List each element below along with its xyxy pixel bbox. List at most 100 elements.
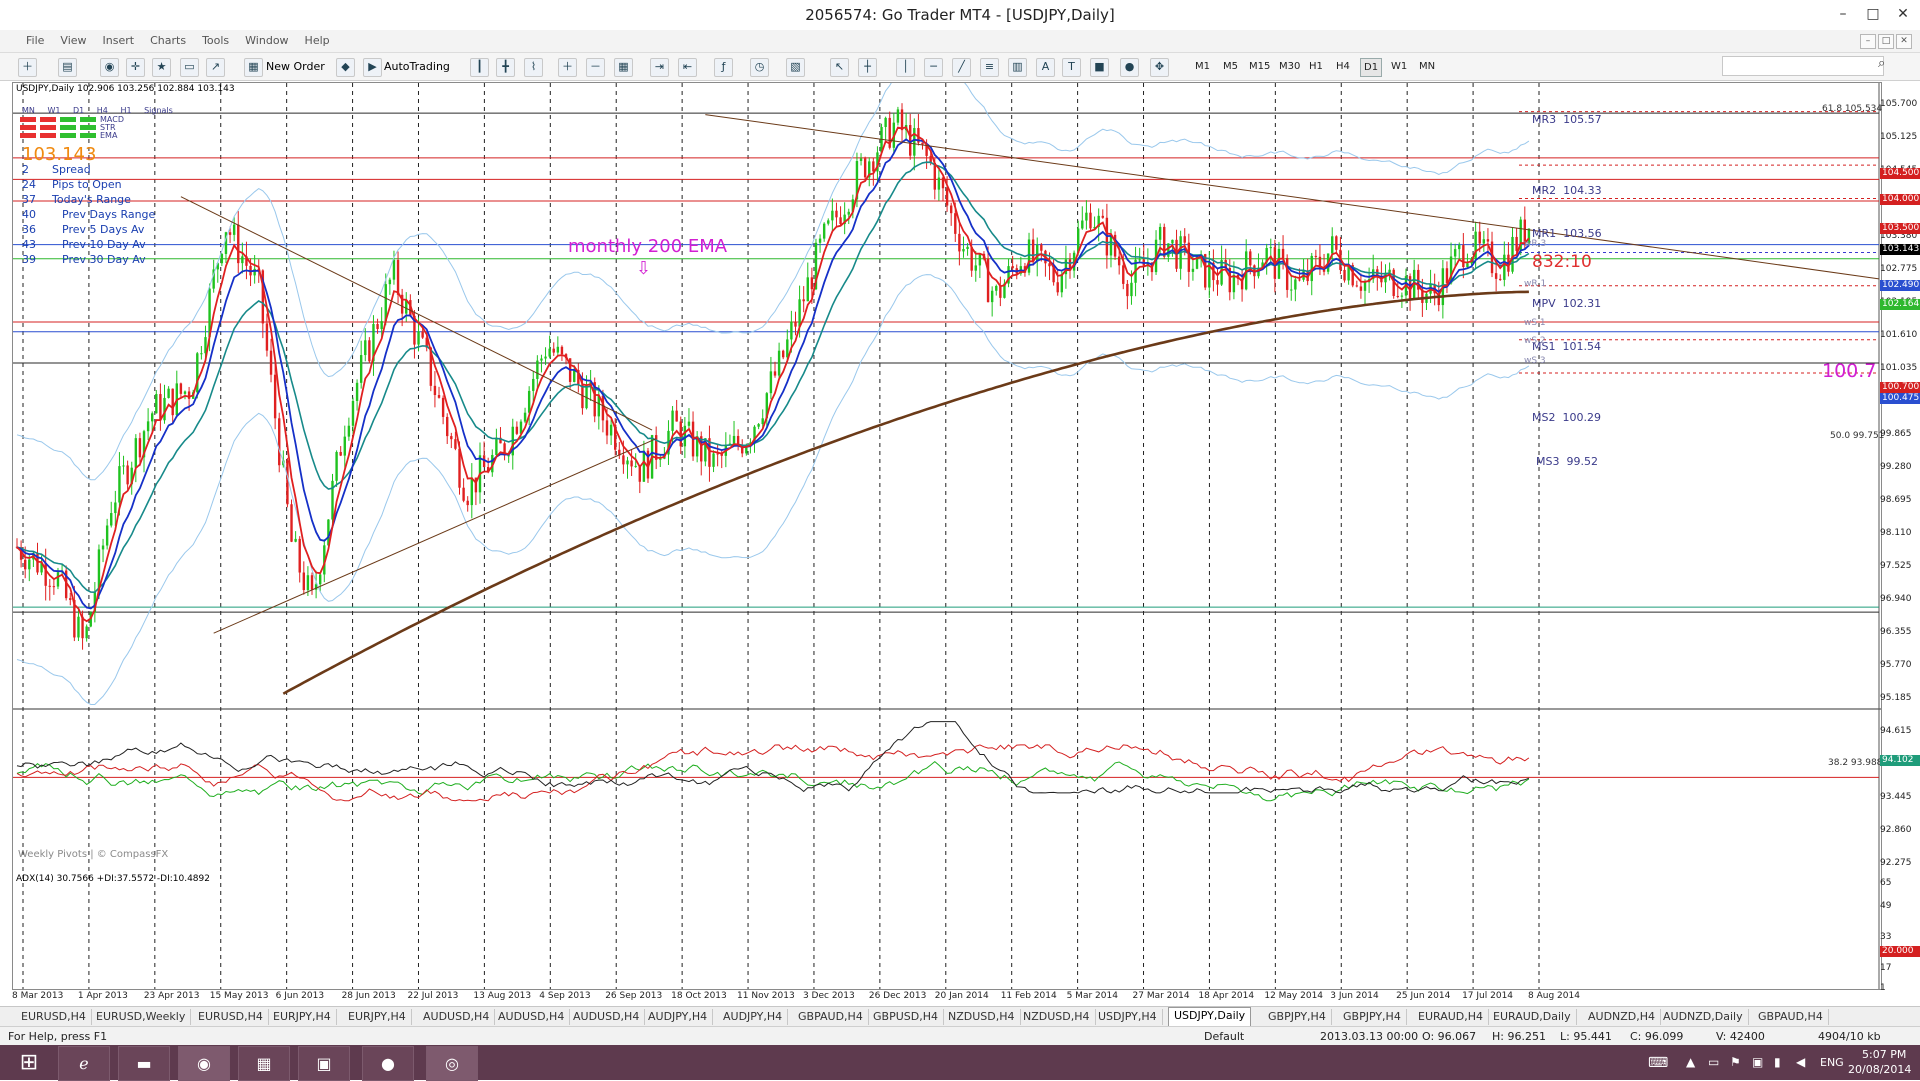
profiles-icon[interactable]: ▤ — [58, 58, 77, 77]
chart-tab[interactable]: AUDNZD,H4 — [1583, 1009, 1662, 1025]
chart-tab[interactable]: GBPUSD,H4 — [868, 1009, 944, 1025]
signal-icon[interactable]: ▮ — [1774, 1055, 1781, 1069]
chart-tab[interactable]: NZDUSD,H4 — [943, 1009, 1021, 1025]
timeframe-m15[interactable]: M15 — [1246, 58, 1273, 75]
chart-tab[interactable]: EURJPY,H4 — [343, 1009, 412, 1025]
autotrading-button[interactable]: AutoTrading — [384, 57, 450, 76]
menu-tools[interactable]: Tools — [194, 30, 237, 52]
timeframe-w1[interactable]: W1 — [1388, 58, 1410, 75]
app-icon[interactable]: ▣ — [298, 1046, 350, 1081]
menu-file[interactable]: File — [18, 30, 52, 52]
chart-tab[interactable]: GBPAUD,H4 — [1753, 1009, 1829, 1025]
indicators-icon[interactable]: ƒ — [714, 58, 733, 77]
tile-windows-icon[interactable]: ▦ — [614, 58, 633, 77]
chart-tab[interactable]: AUDUSD,H4 — [493, 1009, 571, 1025]
chart-tab[interactable]: GBPJPY,H4 — [1263, 1009, 1332, 1025]
tray-arrow-icon[interactable]: ▲ — [1686, 1055, 1695, 1069]
crosshair-icon[interactable]: ┼ — [858, 58, 877, 77]
menu-window[interactable]: Window — [237, 30, 296, 52]
go-trader-icon[interactable]: ◎ — [426, 1046, 478, 1081]
autotrading-icon[interactable]: ▶ — [363, 58, 382, 77]
candlestick-icon[interactable]: ╋ — [496, 58, 515, 77]
file-explorer-icon[interactable]: ▬ — [118, 1046, 170, 1081]
chart-tab[interactable]: NZDUSD,H4 — [1018, 1009, 1096, 1025]
chrome-icon[interactable]: ◉ — [178, 1046, 230, 1081]
chart-tab[interactable]: AUDUSD,H4 — [568, 1009, 646, 1025]
chart-tab[interactable]: EURAUD,Daily — [1488, 1009, 1577, 1025]
timeframe-mn[interactable]: MN — [1416, 58, 1438, 75]
chart-tab[interactable]: EURUSD,H4 — [193, 1009, 269, 1025]
menu-help[interactable]: Help — [297, 30, 338, 52]
timeframe-h1[interactable]: H1 — [1306, 58, 1326, 75]
text-label-icon[interactable]: T — [1062, 58, 1081, 77]
chart-tab[interactable]: AUDUSD,H4 — [418, 1009, 496, 1025]
market-watch-icon[interactable]: ◉ — [100, 58, 119, 77]
clock-time[interactable]: 5:07 PM — [1862, 1048, 1906, 1061]
channel-icon[interactable]: ≡ — [980, 58, 999, 77]
cursor-icon[interactable]: ↖ — [830, 58, 849, 77]
chart-shift-icon[interactable]: ⇤ — [678, 58, 697, 77]
data-window-icon[interactable]: ✛ — [126, 58, 145, 77]
templates-icon[interactable]: ▧ — [786, 58, 805, 77]
chart-tab[interactable]: AUDJPY,H4 — [718, 1009, 789, 1025]
chart-tab[interactable]: USDJPY,Daily — [1168, 1007, 1252, 1028]
minimize-button[interactable]: – — [1828, 2, 1858, 26]
auto-scroll-icon[interactable]: ⇥ — [650, 58, 669, 77]
rectangle-icon[interactable]: ■ — [1090, 58, 1109, 77]
start-windows-icon[interactable]: ⊞ — [4, 1046, 54, 1079]
search-icon[interactable]: ⌕ — [1878, 56, 1885, 71]
flag-icon[interactable]: ⚑ — [1730, 1055, 1741, 1069]
metaeditor-icon[interactable]: ◆ — [336, 58, 355, 77]
chart-tab[interactable]: EURAUD,H4 — [1413, 1009, 1490, 1025]
child-close-button[interactable]: ✕ — [1896, 34, 1912, 49]
timeframe-d1[interactable]: D1 — [1360, 58, 1383, 77]
terminal-icon[interactable]: ▭ — [180, 58, 199, 77]
keyboard-icon[interactable]: ⌨ — [1648, 1055, 1668, 1071]
chart-tab[interactable]: AUDJPY,H4 — [643, 1009, 714, 1025]
calculator-icon[interactable]: ▦ — [238, 1046, 290, 1081]
clock-date[interactable]: 20/08/2014 — [1848, 1063, 1911, 1076]
horizontal-line-icon[interactable]: ─ — [924, 58, 943, 77]
new-order-button[interactable]: New Order — [266, 57, 325, 76]
network-icon[interactable]: ▭ — [1708, 1055, 1719, 1069]
internet-explorer-icon[interactable]: ℯ — [58, 1046, 110, 1081]
menu-view[interactable]: View — [52, 30, 94, 52]
monitor-icon[interactable]: ▣ — [1752, 1055, 1763, 1069]
ellipse-icon[interactable]: ● — [1120, 58, 1139, 77]
chart-tab[interactable]: USDJPY,H4 — [1093, 1009, 1163, 1025]
chart-tab[interactable]: GBPAUD,H4 — [793, 1009, 869, 1025]
arrows-icon[interactable]: ✥ — [1150, 58, 1169, 77]
volume-icon[interactable]: ◀ — [1796, 1055, 1805, 1069]
text-icon[interactable]: A — [1036, 58, 1055, 77]
chart-window[interactable] — [12, 82, 1882, 990]
timeframe-m5[interactable]: M5 — [1220, 58, 1241, 75]
menu-charts[interactable]: Charts — [142, 30, 194, 52]
zoom-out-icon[interactable]: － — [586, 58, 605, 77]
fibonacci-icon[interactable]: ▥ — [1008, 58, 1027, 77]
maximize-button[interactable]: □ — [1858, 2, 1888, 26]
vertical-line-icon[interactable]: │ — [896, 58, 915, 77]
periods-icon[interactable]: ◷ — [750, 58, 769, 77]
language-indicator[interactable]: ENG — [1820, 1056, 1844, 1069]
chart-tab[interactable]: EURJPY,H4 — [268, 1009, 337, 1025]
navigator-icon[interactable]: ★ — [152, 58, 171, 77]
search-input[interactable] — [1722, 56, 1884, 76]
new-order-icon[interactable]: ▦ — [244, 58, 263, 77]
menu-insert[interactable]: Insert — [95, 30, 143, 52]
trendline-icon[interactable]: ╱ — [952, 58, 971, 77]
child-minimize-button[interactable]: – — [1860, 34, 1876, 49]
media-icon[interactable]: ● — [362, 1046, 414, 1081]
timeframe-m30[interactable]: M30 — [1276, 58, 1303, 75]
chart-tab[interactable]: EURUSD,H4 — [16, 1009, 92, 1025]
bar-chart-icon[interactable]: ┃ — [470, 58, 489, 77]
zoom-in-icon[interactable]: ＋ — [558, 58, 577, 77]
chart-tab[interactable]: AUDNZD,Daily — [1658, 1009, 1749, 1025]
chart-tab[interactable]: GBPJPY,H4 — [1338, 1009, 1407, 1025]
close-button[interactable]: ✕ — [1888, 2, 1918, 26]
new-chart-icon[interactable]: ＋ — [18, 58, 37, 77]
timeframe-h4[interactable]: H4 — [1333, 58, 1353, 75]
timeframe-m1[interactable]: M1 — [1192, 58, 1213, 75]
line-chart-icon[interactable]: ⌇ — [524, 58, 543, 77]
chart-tab[interactable]: EURUSD,Weekly — [91, 1009, 192, 1025]
child-restore-button[interactable]: □ — [1878, 34, 1894, 49]
